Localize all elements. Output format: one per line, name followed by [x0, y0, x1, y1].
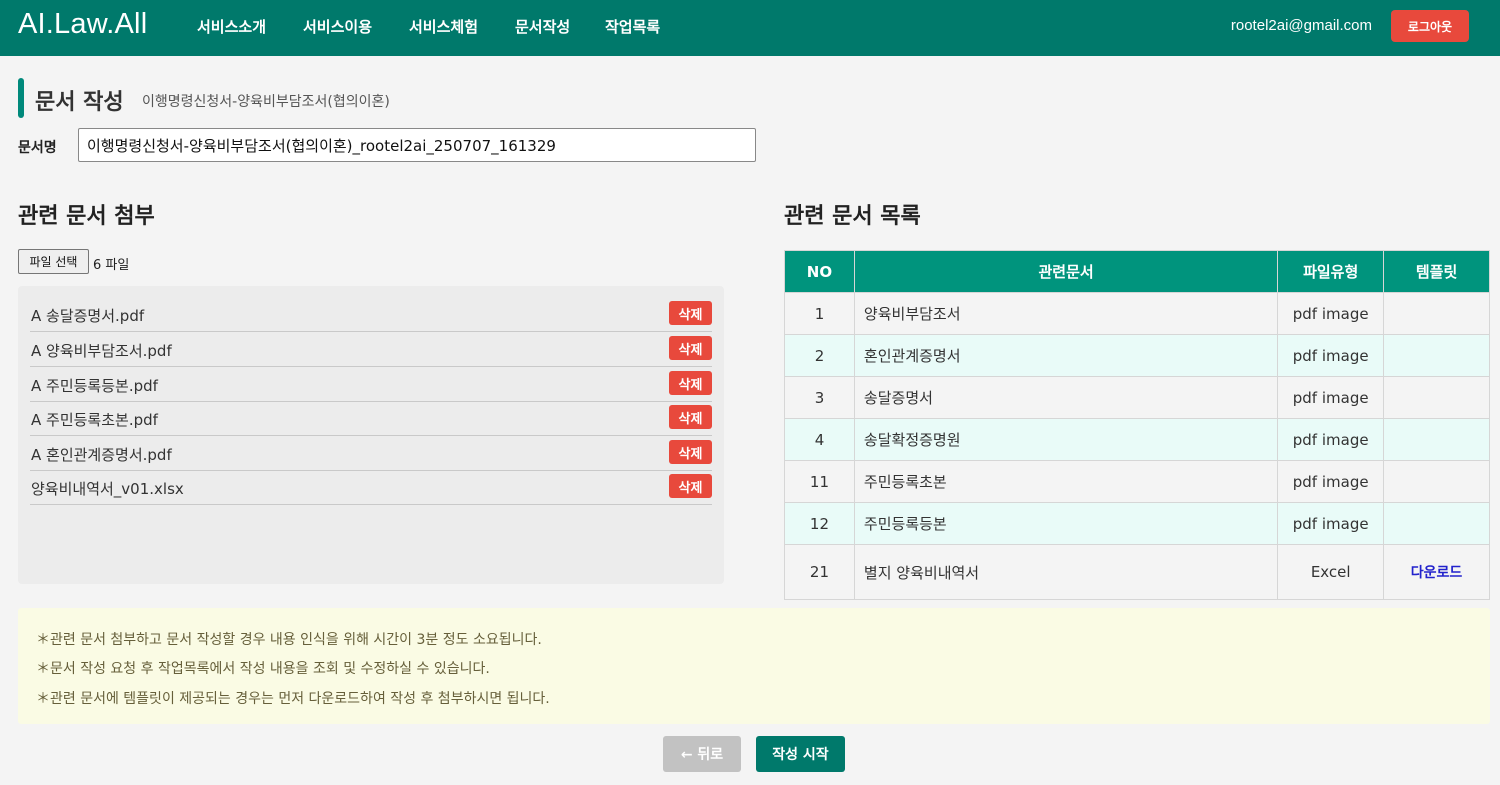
table-row: 3 송달증명서 pdf image — [784, 376, 1490, 419]
table-row: 21 별지 양육비내역서 Excel 다운로드 — [784, 544, 1490, 600]
cell-document: 양육비부담조서 — [853, 292, 1279, 335]
cell-file-type: pdf image — [1277, 502, 1385, 545]
col-header-document: 관련문서 — [853, 250, 1279, 293]
cell-file-type: Excel — [1277, 544, 1385, 600]
logout-button[interactable]: 로그아웃 — [1391, 10, 1469, 42]
notice-line: ＊관련 문서 첨부하고 문서 작성할 경우 내용 인식을 위해 시간이 3분 정… — [36, 632, 542, 648]
cell-template — [1383, 334, 1490, 377]
nav-job-list[interactable]: 작업목록 — [605, 16, 660, 37]
notice-line: ＊문서 작성 요청 후 작업목록에서 작성 내용을 조회 및 수정하실 수 있습… — [36, 661, 490, 677]
file-item: A 주민등록초본.pdf 삭제 — [30, 401, 712, 436]
col-header-template: 템플릿 — [1383, 250, 1490, 293]
nav-service-trial[interactable]: 서비스체험 — [409, 16, 478, 37]
cell-file-type: pdf image — [1277, 376, 1385, 419]
cell-template — [1383, 376, 1490, 419]
cell-document: 송달확정증명원 — [853, 418, 1279, 461]
table-row: 12 주민등록등본 pdf image — [784, 502, 1490, 545]
table-row: 2 혼인관계증명서 pdf image — [784, 334, 1490, 377]
title-accent-bar — [18, 78, 24, 118]
cell-document: 별지 양육비내역서 — [853, 544, 1279, 600]
cell-no: 2 — [784, 334, 855, 377]
nav-service-intro[interactable]: 서비스소개 — [197, 16, 266, 37]
cell-file-type: pdf image — [1277, 418, 1385, 461]
table-row: 1 양육비부담조서 pdf image — [784, 292, 1490, 335]
delete-button[interactable]: 삭제 — [669, 371, 712, 395]
delete-button[interactable]: 삭제 — [669, 301, 712, 325]
brand-logo[interactable]: AI.Law.All — [18, 8, 147, 41]
page-subtitle: 이행명령신청서-양육비부담조서(협의이혼) — [142, 94, 390, 110]
attached-file-list: A 송달증명서.pdf 삭제 A 양육비부담조서.pdf 삭제 A 주민등록등본… — [18, 286, 724, 584]
back-button[interactable]: ← 뒤로 — [663, 736, 741, 772]
cell-document: 혼인관계증명서 — [853, 334, 1279, 377]
cell-template — [1383, 418, 1490, 461]
cell-no: 12 — [784, 502, 855, 545]
notice-box: ＊관련 문서 첨부하고 문서 작성할 경우 내용 인식을 위해 시간이 3분 정… — [18, 608, 1490, 724]
file-item: A 혼인관계증명서.pdf 삭제 — [30, 436, 712, 471]
file-select-button[interactable]: 파일 선택 — [18, 249, 89, 274]
nav-document-write[interactable]: 문서작성 — [515, 16, 570, 37]
file-count: 6 파일 — [93, 258, 130, 273]
cell-document: 주민등록등본 — [853, 502, 1279, 545]
template-download-link[interactable]: 다운로드 — [1411, 565, 1463, 581]
file-item: A 송달증명서.pdf 삭제 — [30, 297, 712, 332]
table-row: 11 주민등록초본 pdf image — [784, 460, 1490, 503]
related-docs-table: NO 관련문서 파일유형 템플릿 1 양육비부담조서 pdf image 2 혼… — [784, 250, 1490, 600]
file-name: A 송달증명서.pdf — [31, 307, 145, 325]
cell-template — [1383, 502, 1490, 545]
delete-button[interactable]: 삭제 — [669, 440, 712, 464]
delete-button[interactable]: 삭제 — [669, 405, 712, 429]
docname-input[interactable] — [78, 128, 756, 162]
cell-no: 11 — [784, 460, 855, 503]
file-name: A 혼인관계증명서.pdf — [31, 446, 172, 464]
notice-line: ＊관련 문서에 템플릿이 제공되는 경우는 먼저 다운로드하여 작성 후 첨부하… — [36, 691, 550, 707]
page-title: 문서 작성 — [35, 90, 124, 115]
cell-template — [1383, 292, 1490, 335]
file-name: A 양육비부담조서.pdf — [31, 342, 172, 360]
cell-template: 다운로드 — [1383, 544, 1490, 600]
cell-no: 21 — [784, 544, 855, 600]
related-section-title: 관련 문서 목록 — [784, 204, 921, 229]
cell-no: 4 — [784, 418, 855, 461]
cell-no: 1 — [784, 292, 855, 335]
file-name: 양육비내역서_v01.xlsx — [31, 480, 184, 498]
start-writing-button[interactable]: 작성 시작 — [756, 736, 845, 772]
delete-button[interactable]: 삭제 — [669, 336, 712, 360]
top-navbar: AI.Law.All 서비스소개 서비스이용 서비스체험 문서작성 작업목록 r… — [0, 0, 1500, 56]
cell-file-type: pdf image — [1277, 334, 1385, 377]
file-item: A 양육비부담조서.pdf 삭제 — [30, 332, 712, 367]
col-header-no: NO — [784, 250, 855, 293]
user-email: rootel2ai@gmail.com — [1230, 17, 1372, 34]
table-header-row: NO 관련문서 파일유형 템플릿 — [784, 250, 1490, 293]
cell-document: 주민등록초본 — [853, 460, 1279, 503]
file-item: 양육비내역서_v01.xlsx 삭제 — [30, 470, 712, 505]
table-row: 4 송달확정증명원 pdf image — [784, 418, 1490, 461]
nav-service-use[interactable]: 서비스이용 — [303, 16, 372, 37]
delete-button[interactable]: 삭제 — [669, 474, 712, 498]
cell-template — [1383, 460, 1490, 503]
file-name: A 주민등록초본.pdf — [31, 411, 158, 429]
col-header-file-type: 파일유형 — [1277, 250, 1385, 293]
cell-file-type: pdf image — [1277, 460, 1385, 503]
cell-document: 송달증명서 — [853, 376, 1279, 419]
attach-section-title: 관련 문서 첨부 — [18, 204, 155, 229]
cell-no: 3 — [784, 376, 855, 419]
file-name: A 주민등록등본.pdf — [31, 377, 158, 395]
file-item: A 주민등록등본.pdf 삭제 — [30, 367, 712, 402]
cell-file-type: pdf image — [1277, 292, 1385, 335]
docname-label: 문서명 — [18, 140, 57, 156]
